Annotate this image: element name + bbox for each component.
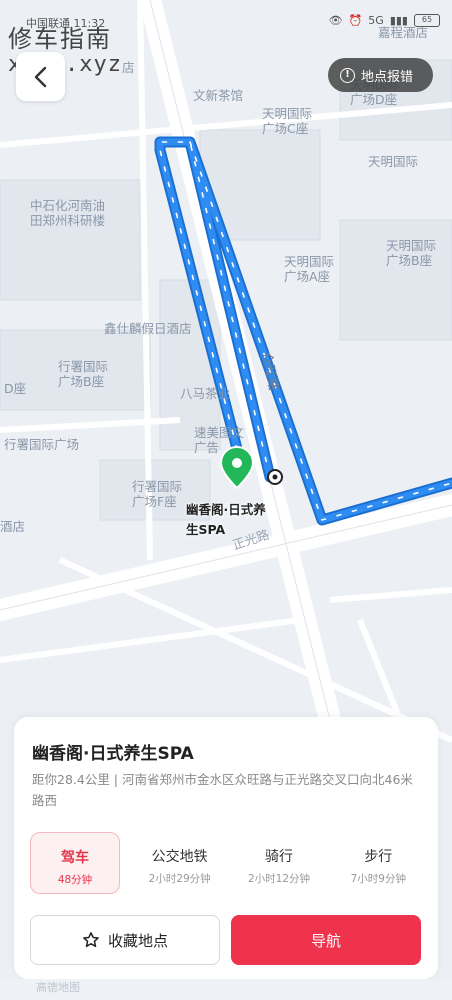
status-icons: 👁 ⏰ 5G ▮▮▮ 65 — [329, 14, 440, 27]
map-label: 天明国际 广场C座 — [262, 106, 313, 136]
mode-time: 2小时12分钟 — [247, 873, 311, 885]
mode-time: 7小时9分钟 — [350, 873, 406, 885]
exclamation-icon: ! — [340, 67, 355, 83]
place-address: 距你28.4公里 | 河南省郑州市金水区众旺路与正光路交叉口向北46米路西 — [32, 772, 413, 808]
chevron-left-icon — [34, 66, 46, 87]
bottom-strip-text: 高德地图 — [36, 981, 80, 994]
place-title: 幽香阁·日式养生SPA — [32, 744, 194, 764]
watermark-line1: 修车指南 — [8, 25, 112, 53]
map-label: 鑫仕麟假日酒店 — [104, 321, 192, 336]
map-label: 店 — [122, 60, 135, 75]
signal-icon: ▮▮▮ — [389, 14, 408, 27]
star-icon — [83, 932, 99, 948]
alarm-icon: ⏰ — [348, 14, 363, 27]
map-label: 天明国际 广场A座 — [284, 254, 335, 284]
tab-transit[interactable]: 公交地铁 2小时29分钟 — [130, 832, 229, 894]
map-label: D座 — [4, 381, 27, 396]
tab-cycle[interactable]: 骑行 2小时12分钟 — [229, 832, 328, 894]
map-label: 行署国际 广场B座 — [58, 359, 109, 389]
mode-time: 48分钟 — [57, 874, 93, 886]
map-label: 酒店 — [0, 519, 26, 534]
save-place-button[interactable]: 收藏地点 — [30, 915, 220, 965]
save-label: 收藏地点 — [107, 931, 168, 950]
map-label: 天明国际 广场B座 — [386, 238, 437, 268]
bottom-strip: 高德地图 — [0, 979, 452, 1000]
eye-icon: 👁 — [328, 14, 343, 27]
travel-mode-tabs: 驾车 48分钟 公交地铁 2小时29分钟 骑行 2小时12分钟 步行 7小时9分… — [30, 832, 428, 894]
map-label: 行署国际 广场F座 — [132, 479, 183, 509]
mode-label: 骑行 — [264, 849, 293, 865]
back-button[interactable] — [16, 52, 65, 101]
navigate-button[interactable]: 导航 — [231, 915, 421, 965]
place-detail-card: 幽香阁·日式养生SPA 距你28.4公里 | 河南省郑州市金水区众旺路与正光路交… — [14, 717, 438, 979]
poi-name-label: 幽香阁·日式养 生SPA — [186, 502, 266, 537]
map-label: 中石化河南油 田郑州科研楼 — [30, 198, 106, 228]
tab-walk[interactable]: 步行 7小时9分钟 — [329, 832, 428, 894]
navigate-label: 导航 — [310, 931, 341, 950]
map-label: 天明国际 — [368, 154, 419, 169]
map-label: 行署国际广场 — [4, 437, 80, 452]
map-label: 八马茶业 — [180, 386, 231, 401]
mode-label: 步行 — [364, 849, 393, 865]
report-location-error-button[interactable]: ! 地点报错 — [328, 58, 433, 92]
mode-label: 公交地铁 — [151, 849, 208, 865]
battery-icon: 65 — [414, 14, 440, 27]
network-label: 5G — [368, 14, 384, 27]
mode-time: 2小时29分钟 — [148, 873, 211, 885]
map-label: 文新茶馆 — [193, 88, 244, 103]
report-label: 地点报错 — [361, 69, 414, 85]
map-label: 速美图文 广告 — [194, 425, 245, 455]
tab-drive[interactable]: 驾车 48分钟 — [30, 832, 120, 894]
mode-label: 驾车 — [61, 850, 89, 866]
